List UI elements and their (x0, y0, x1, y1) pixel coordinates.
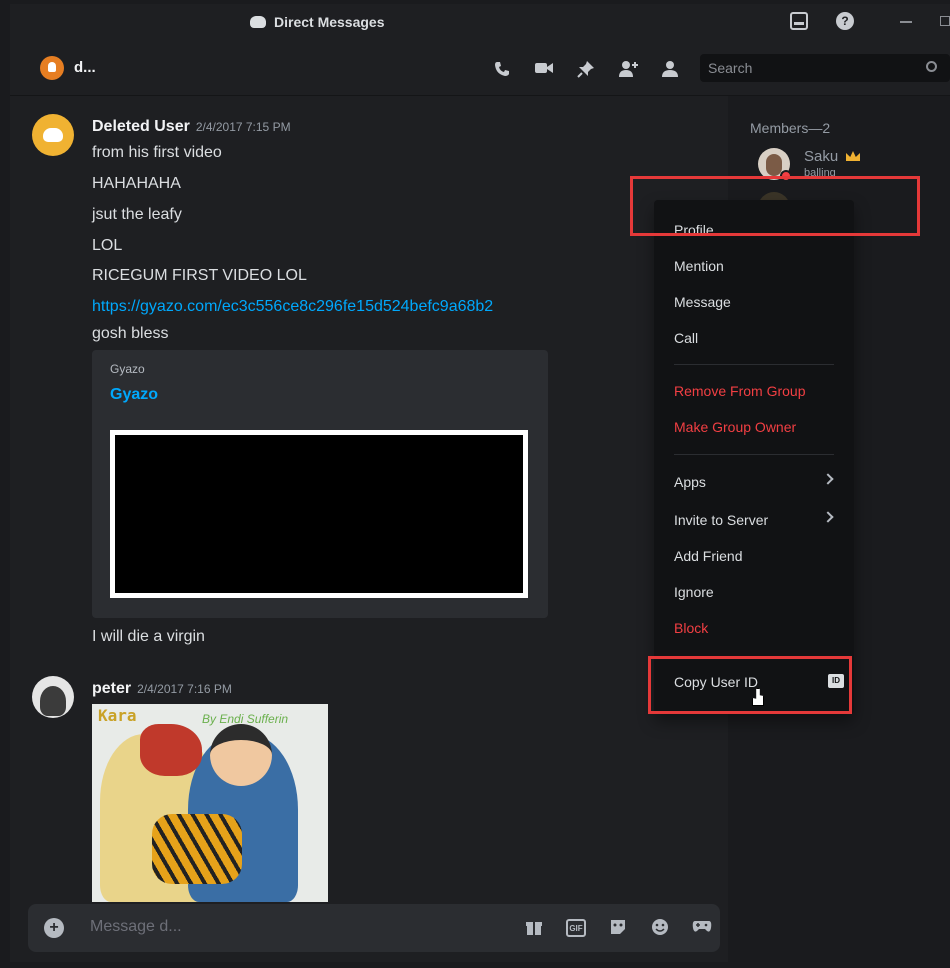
menu-item-make-group-owner[interactable]: Make Group Owner (674, 419, 796, 435)
art-head (210, 724, 272, 786)
art-title: Kara (98, 706, 137, 725)
sticker-icon[interactable] (608, 918, 628, 938)
art-stripes (152, 814, 242, 884)
menu-item-copy-user-id[interactable]: Copy User ID (674, 674, 758, 690)
menu-item-invite-to-server[interactable]: Invite to Server (674, 511, 844, 528)
emoji-icon[interactable] (650, 918, 670, 938)
chevron-right-icon (822, 511, 834, 523)
avatar[interactable] (32, 676, 74, 718)
window-title-text: Direct Messages (274, 14, 385, 30)
help-icon[interactable]: ? (836, 12, 854, 30)
discord-logo-icon (250, 16, 266, 28)
message-author[interactable]: peter 2/4/2017 7:16 PM (92, 680, 232, 698)
gif-icon[interactable]: GIF (566, 919, 586, 937)
member-name: Saku (804, 148, 839, 165)
menu-item-apps[interactable]: Apps (674, 473, 844, 490)
member-item[interactable]: Saku balling (758, 148, 938, 184)
members-heading: Members—2 (750, 120, 831, 136)
menu-item-label: Apps (674, 474, 706, 490)
minimize-icon[interactable] (900, 21, 912, 23)
channel-name[interactable]: d... (74, 59, 96, 76)
member-status: balling (804, 167, 836, 179)
message-composer[interactable]: + Message d... GIF (28, 904, 720, 952)
pin-icon[interactable] (576, 60, 596, 78)
image-attachment[interactable]: Kara By Endi Sufferin (92, 704, 328, 902)
member-list-icon[interactable] (660, 60, 680, 78)
group-avatar (40, 56, 64, 80)
art-head (140, 724, 202, 776)
avatar[interactable] (32, 114, 74, 156)
gift-icon[interactable] (524, 918, 544, 938)
link-embed: Gyazo Gyazo (92, 350, 548, 618)
menu-divider (674, 364, 834, 365)
search-icon (926, 61, 937, 72)
menu-item-add-friend[interactable]: Add Friend (674, 548, 742, 564)
message-timestamp: 2/4/2017 7:16 PM (137, 682, 232, 696)
menu-divider (674, 656, 834, 657)
message-line: jsut the leafy (92, 206, 182, 223)
message-input[interactable]: Message d... (90, 918, 182, 936)
message-line: gosh bless (92, 325, 169, 342)
menu-divider (674, 454, 834, 455)
menu-item-profile[interactable]: Profile (674, 222, 714, 238)
message-author[interactable]: Deleted User 2/4/2017 7:15 PM (92, 118, 291, 136)
message-list: Deleted User 2/4/2017 7:15 PM from his fi… (10, 96, 728, 962)
message-timestamp: 2/4/2017 7:15 PM (195, 120, 291, 134)
title-bar: Direct Messages ? (10, 4, 950, 42)
message-line: HAHAHAHA (92, 175, 181, 192)
window-title: Direct Messages (250, 14, 385, 30)
menu-item-remove-from-group[interactable]: Remove From Group (674, 383, 805, 399)
menu-item-mention[interactable]: Mention (674, 258, 724, 274)
embed-title[interactable]: Gyazo (110, 386, 158, 404)
owner-crown-icon (846, 151, 860, 161)
id-badge-icon: ID (828, 674, 844, 688)
chevron-right-icon (822, 473, 834, 485)
inbox-icon[interactable] (790, 12, 808, 30)
search-input[interactable]: Search (700, 54, 950, 82)
menu-item-label: Invite to Server (674, 512, 769, 528)
menu-item-call[interactable]: Call (674, 330, 698, 346)
message-line: RICEGUM FIRST VIDEO LOL (92, 267, 307, 284)
menu-item-message[interactable]: Message (674, 294, 731, 310)
activities-gamepad-icon[interactable] (692, 918, 712, 938)
video-call-icon[interactable] (534, 60, 554, 78)
message-line: LOL (92, 237, 123, 254)
discord-window: Direct Messages ? d... Search Deleted Us… (10, 4, 950, 962)
channel-header: d... Search (10, 42, 950, 96)
dnd-status-icon (780, 170, 792, 182)
menu-item-ignore[interactable]: Ignore (674, 584, 714, 600)
add-friends-to-dm-icon[interactable] (618, 60, 638, 78)
search-placeholder: Search (708, 60, 753, 76)
message-link[interactable]: https://gyazo.com/ec3c556ce8c296fe15d524… (92, 298, 493, 316)
voice-call-icon[interactable] (492, 60, 512, 78)
art-byline: By Endi Sufferin (202, 712, 289, 726)
author-name[interactable]: Deleted User (92, 118, 190, 135)
message-line: from his first video (92, 144, 222, 161)
upload-plus-icon[interactable]: + (44, 918, 64, 938)
embed-image[interactable] (110, 430, 528, 598)
menu-item-block[interactable]: Block (674, 620, 708, 636)
maximize-icon[interactable] (940, 16, 950, 26)
message-line: I will die a virgin (92, 628, 205, 645)
embed-provider[interactable]: Gyazo (110, 362, 145, 376)
mouse-cursor-icon (752, 688, 764, 706)
user-context-menu: Profile Mention Message Call Remove From… (654, 200, 854, 714)
author-name[interactable]: peter (92, 680, 131, 697)
